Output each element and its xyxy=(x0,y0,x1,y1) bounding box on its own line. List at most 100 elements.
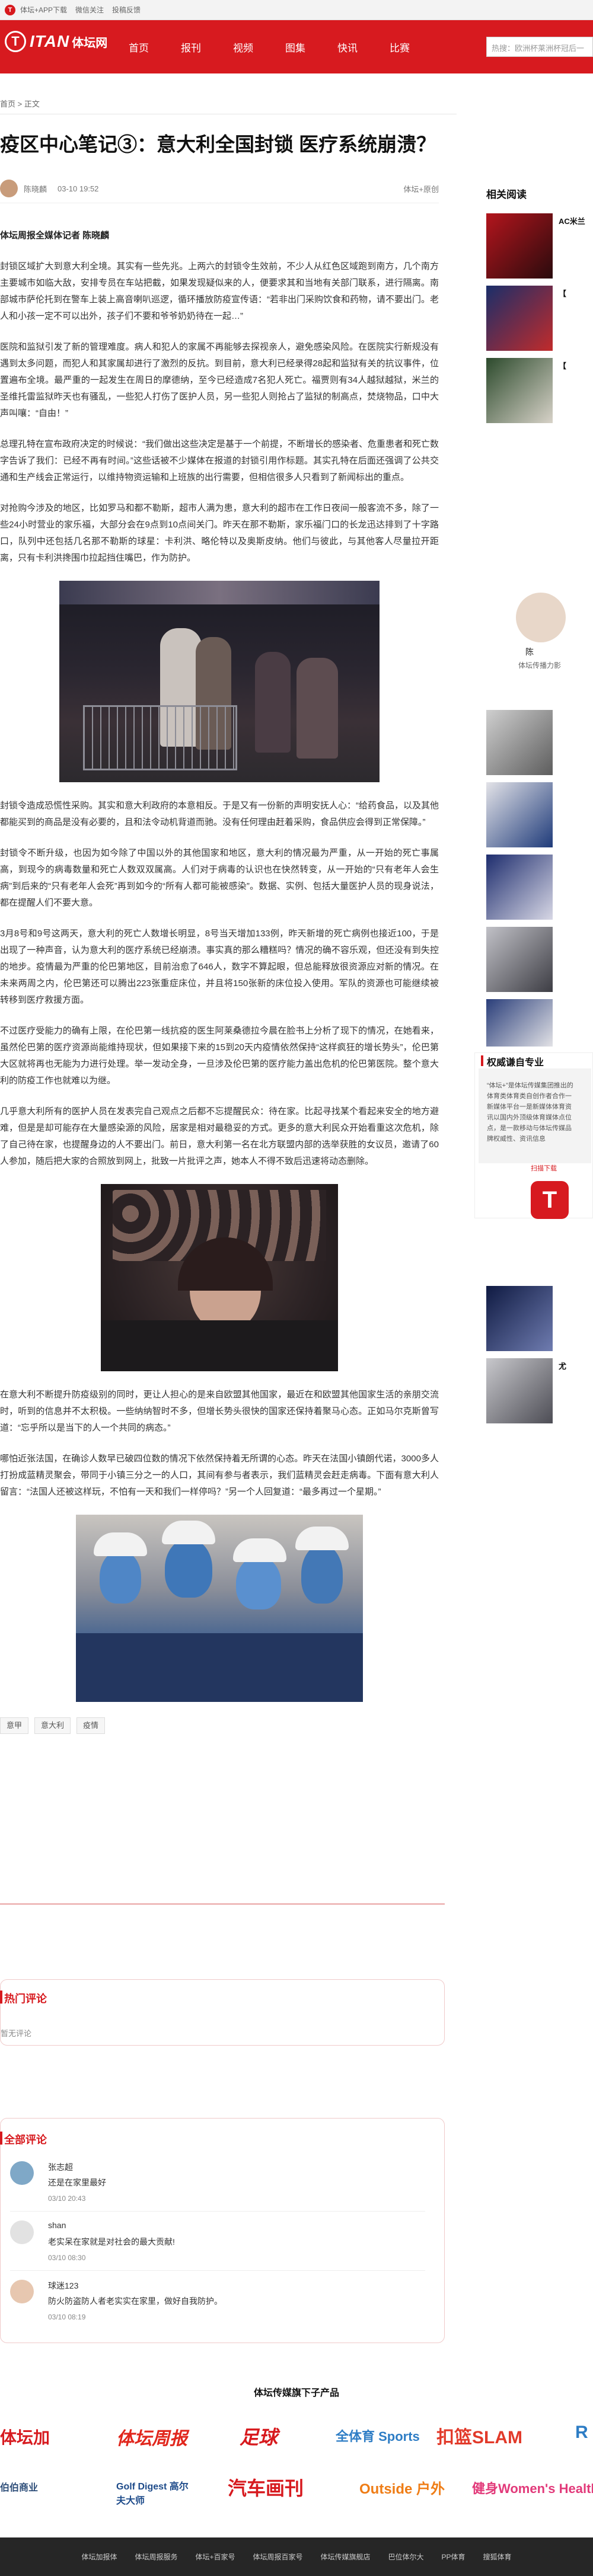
main-nav: 首页 报刊 视频 图集 快讯 比赛 xyxy=(113,20,426,73)
app-download-link[interactable]: 体坛+APP下载 xyxy=(20,5,67,15)
comment-text: 防火防盗防人者老实实在家里，做好自我防护。 xyxy=(48,2296,222,2306)
article-paragraph: 对抢购今涉及的地区，比如罗马和都不勒斯，超市人满为患，意大利的超市在工作日夜间一… xyxy=(0,503,439,563)
nav-newspaper[interactable]: 报刊 xyxy=(165,20,217,73)
author-card-desc: 体坛传播力影 xyxy=(518,661,562,670)
site-logo[interactable]: T ITAN 体坛网 xyxy=(5,28,107,55)
related-item[interactable]: 尤 xyxy=(486,1358,593,1423)
nav-home[interactable]: 首页 xyxy=(113,20,165,73)
author-avatar[interactable] xyxy=(0,180,18,197)
user-avatar[interactable] xyxy=(10,2161,34,2185)
footer-link[interactable]: 体坛+百家号 xyxy=(195,2552,235,2562)
tag-item[interactable]: 意甲 xyxy=(0,1717,29,1734)
section-accent-bar xyxy=(0,1991,2,2004)
breadcrumb: 首页 > 正文 xyxy=(0,100,40,108)
article-source: 体坛+原创 xyxy=(403,184,439,194)
related-title xyxy=(559,857,593,882)
author-name[interactable]: 陈晓麟 xyxy=(24,183,47,194)
tag-item[interactable]: 疫情 xyxy=(76,1717,106,1734)
footer-link[interactable]: 体坛传媒旗舰店 xyxy=(321,2552,371,2562)
user-avatar[interactable] xyxy=(10,2280,34,2303)
author-card-name[interactable]: 陈 xyxy=(516,646,593,658)
related-title: 尤 xyxy=(559,1362,567,1371)
nav-news-flash[interactable]: 快讯 xyxy=(321,20,374,73)
tag-list: 意甲 意大利 疫情 xyxy=(0,1717,439,1734)
article-paragraph: 封锁区域扩大到意大利全境。其实有一些先兆。上两六的封锁令生效前，不少人从红色区域… xyxy=(0,261,439,321)
footer-link[interactable]: PP体育 xyxy=(442,2552,466,2562)
article-title: 疫区中心笔记③：意大利全国封锁 医疗系统崩溃？ xyxy=(0,133,436,155)
divider xyxy=(10,2270,425,2271)
related-title: 【 xyxy=(559,361,567,370)
related-thumbnail xyxy=(486,999,553,1047)
article-byline: 体坛周报全媒体记者 陈晓麟 xyxy=(0,231,110,241)
app-promo-title: 权威谦自专业 xyxy=(487,1058,544,1068)
brand-sports[interactable]: 全体育 Sports xyxy=(336,2426,420,2445)
tag-item[interactable]: 意大利 xyxy=(34,1717,71,1734)
brand-football[interactable]: 足球 xyxy=(240,2423,278,2450)
brand-auto[interactable]: 汽车画刊 xyxy=(228,2473,304,2501)
related-item[interactable] xyxy=(486,999,593,1047)
related-title xyxy=(559,712,593,737)
brand-titan-weekly[interactable]: 体坛周报 xyxy=(116,2424,187,2450)
related-item[interactable] xyxy=(486,1286,593,1351)
app-icon[interactable]: T xyxy=(531,1181,569,1219)
user-avatar[interactable] xyxy=(10,2220,34,2244)
related-item[interactable] xyxy=(486,927,593,992)
app-promo-box: 权威谦自专业 “体坛+”是体坛传媒集团推出的体育类体育类自创作者合作一新媒体平台… xyxy=(474,1052,593,1219)
search-input[interactable]: 热搜：欧洲杯莱洲杯冠后一 xyxy=(486,37,593,57)
author-card-avatar[interactable] xyxy=(516,593,566,642)
article-paragraph: 不过医疗受能力的确有上限，在伦巴第一线抗疫的医生阿莱桑德拉今晨在脸书上分析了现下… xyxy=(0,1026,439,1086)
brand-outside[interactable]: Outside 户外 xyxy=(359,2477,445,2498)
brand-business[interactable]: 伯伯商业 xyxy=(0,2479,38,2494)
brand-womens-health[interactable]: 健身Women's Health xyxy=(472,2478,593,2497)
nav-matches[interactable]: 比赛 xyxy=(374,20,426,73)
related-thumbnail xyxy=(486,782,553,847)
related-title xyxy=(559,929,593,954)
smurf-gathering-photo xyxy=(76,1515,363,1702)
scan-download-link[interactable]: 扫描下载 xyxy=(531,1163,557,1173)
related-thumbnail xyxy=(486,358,553,423)
group-selfie-photo xyxy=(101,1184,338,1371)
wechat-follow-link[interactable]: 微信关注 xyxy=(75,5,104,15)
footer-link[interactable]: 体坛加报体 xyxy=(81,2552,117,2562)
article-paragraph: 总理孔特在宣布政府决定的时候说：“我们做出这些决定是基于一个前提，不断增长的感染… xyxy=(0,439,439,482)
article-paragraph: 几乎意大利所有的医护人员在发表完自己观点之后都不忘提醒民众：待在家。比起寻找某个… xyxy=(0,1106,439,1166)
comment-text: 还是在家里最好 xyxy=(48,2178,106,2187)
article-body: 体坛周报全媒体记者 陈晓麟 封锁区域扩大到意大利全境。其实有一些先兆。上两六的封… xyxy=(0,228,439,1734)
related-thumbnail xyxy=(486,286,553,351)
all-comments-title: 全部评论 xyxy=(4,2134,47,2146)
related-item[interactable] xyxy=(486,855,593,920)
brand-r[interactable]: R xyxy=(575,2423,588,2443)
brand-titan-plus[interactable]: 体坛加 xyxy=(0,2425,50,2449)
related-item[interactable]: 【 xyxy=(486,358,593,423)
publish-time: 03-10 19:52 xyxy=(58,184,99,193)
brand-slam[interactable]: 扣篮SLAM xyxy=(436,2423,522,2449)
article-paragraph: 封锁令造成恐慌性采购。其实和意大利政府的本意相反。于是又有一份新的声明安抚人心：… xyxy=(0,801,439,827)
related-item[interactable]: 【 xyxy=(486,286,593,351)
comment-time: 03/10 08:30 xyxy=(48,2254,86,2262)
comment-username[interactable]: shan xyxy=(48,2220,66,2230)
related-item[interactable]: AC米兰 xyxy=(486,213,593,279)
related-thumbnail xyxy=(486,1286,553,1351)
related-reading-title: 相关阅读 xyxy=(486,189,527,200)
products-title: 体坛传媒旗下子产品 xyxy=(253,2388,339,2398)
related-item[interactable] xyxy=(486,782,593,847)
feedback-link[interactable]: 投稿反馈 xyxy=(112,5,141,15)
nav-gallery[interactable]: 图集 xyxy=(269,20,321,73)
section-accent-bar xyxy=(0,2132,2,2145)
footer-link[interactable]: 巴位体尔大 xyxy=(388,2552,424,2562)
related-title: AC米兰 xyxy=(559,217,585,226)
related-title xyxy=(559,785,593,809)
article-paragraph: 封锁令不断升级，也因为如今除了中国以外的其他国家和地区，意大利的情况最为严重，从… xyxy=(0,848,439,908)
footer-link[interactable]: 体坛周报服务 xyxy=(135,2552,177,2562)
related-item[interactable] xyxy=(486,710,593,775)
footer-link[interactable]: 体坛周报百家号 xyxy=(253,2552,302,2562)
footer-link[interactable]: 搜狐体育 xyxy=(483,2552,512,2562)
app-promo-desc: “体坛+”是体坛传媒集团推出的体育类体育类自创作者合作一新媒体平台一是新媒体体育… xyxy=(487,1082,573,1143)
top-utility-bar: T 体坛+APP下载 微信关注 投稿反馈 xyxy=(0,0,593,20)
brand-golf-digest[interactable]: Golf Digest 高尔夫大师 xyxy=(116,2478,193,2507)
brand-logo-strip: 体坛加 体坛周报 足球 全体育 Sports 扣篮SLAM R 伯伯商业 Gol… xyxy=(0,2417,593,2535)
nav-video[interactable]: 视频 xyxy=(217,20,269,73)
comment-username[interactable]: 张志超 xyxy=(48,2161,73,2173)
divider xyxy=(0,1903,445,1905)
comment-username[interactable]: 球迷123 xyxy=(48,2280,78,2292)
